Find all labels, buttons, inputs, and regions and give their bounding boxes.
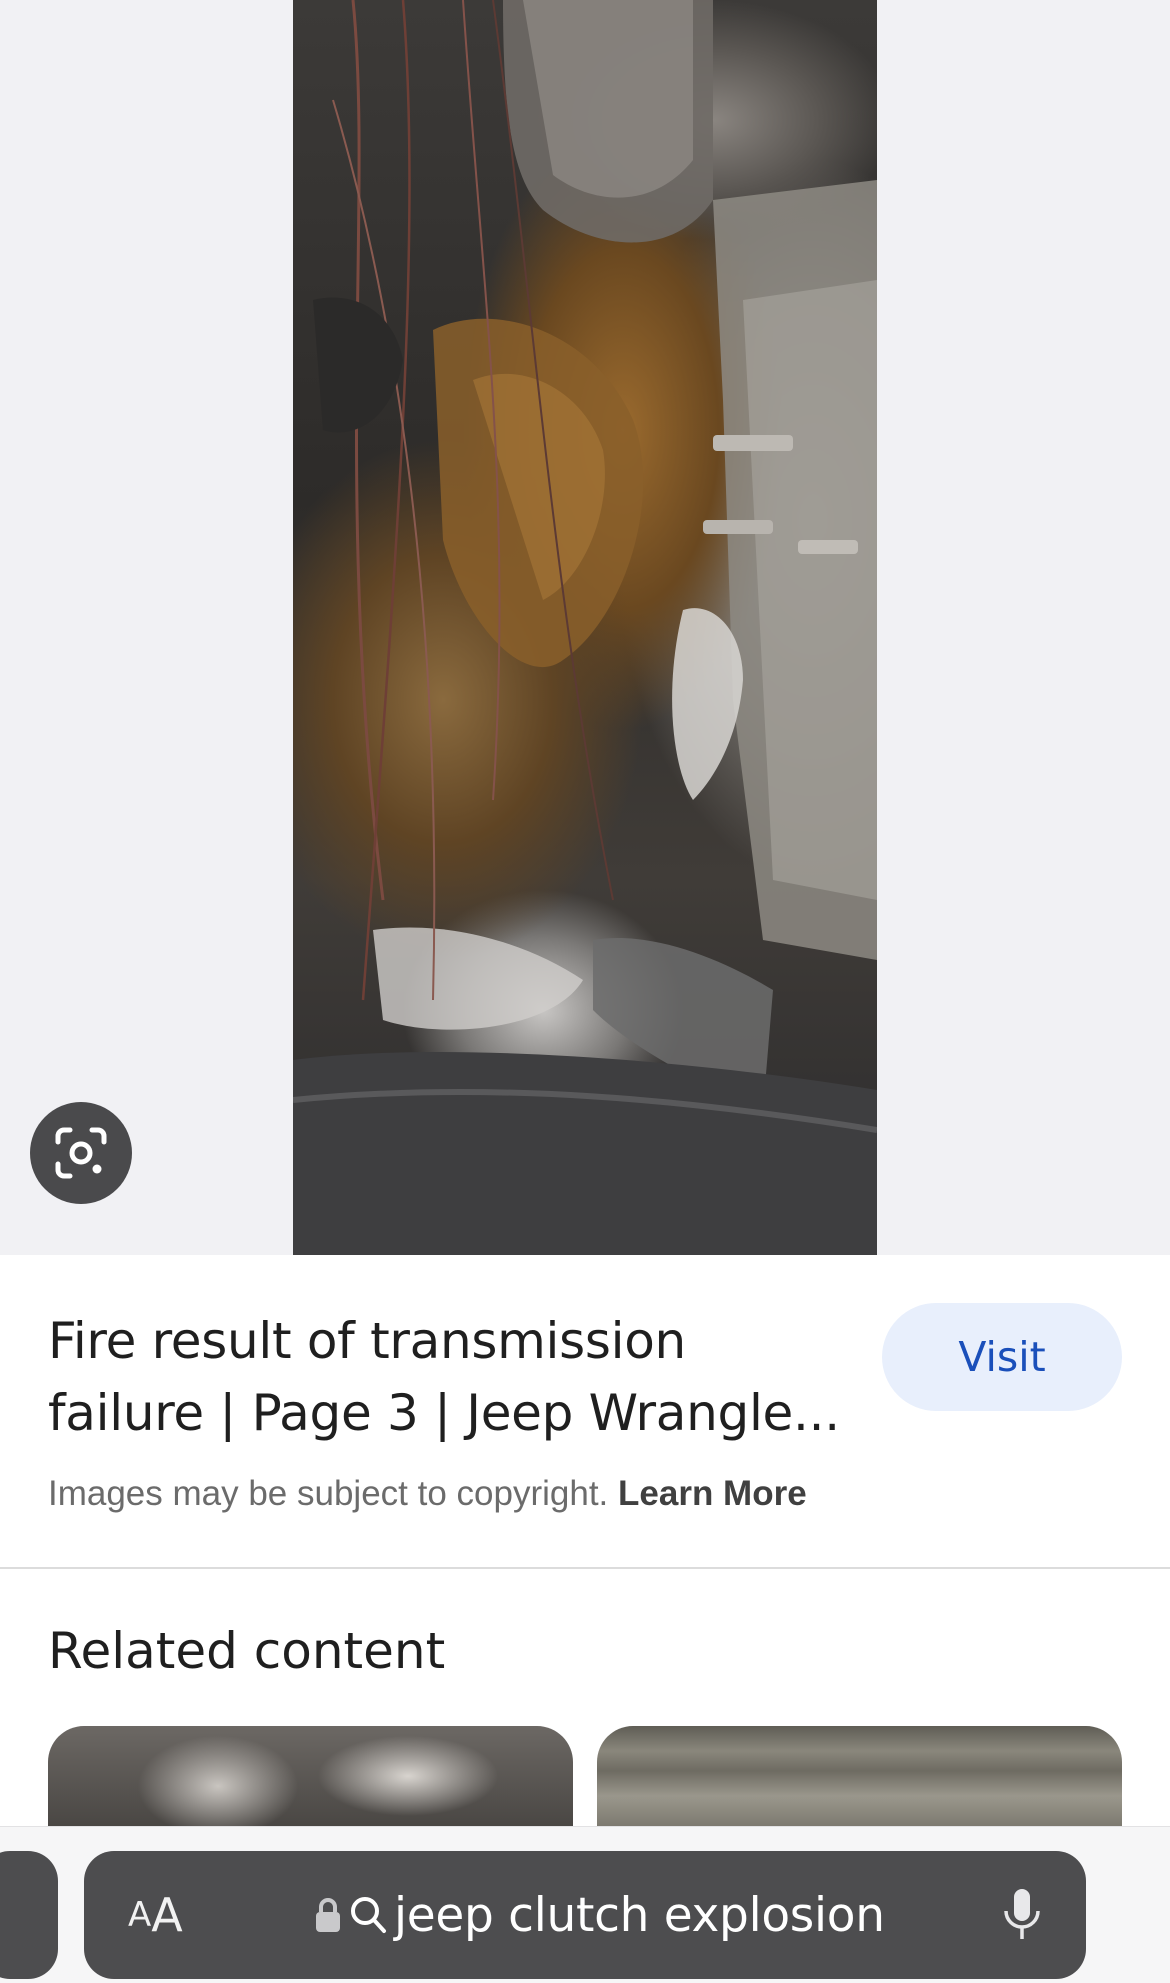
previous-tab[interactable] [0, 1851, 58, 1979]
result-photo[interactable] [293, 0, 877, 1255]
google-lens-button[interactable] [30, 1102, 132, 1204]
address-bar[interactable]: AA jeep clutch explosion [84, 1851, 1086, 1979]
google-lens-icon [55, 1127, 107, 1179]
browser-bottom-bar: AA jeep clutch explosion [0, 1826, 1170, 1983]
copyright-notice: Images may be subject to copyright. Lear… [48, 1474, 807, 1514]
related-thumbnail[interactable] [597, 1726, 1122, 1826]
search-icon [351, 1897, 386, 1933]
copyright-text: Images may be subject to copyright. [48, 1474, 609, 1513]
microphone-icon [1004, 1889, 1040, 1939]
aa-big-letter: A [151, 1888, 183, 1942]
aa-small-letter: A [128, 1895, 152, 1935]
related-thumbnail[interactable] [48, 1726, 573, 1826]
lock-icon [316, 1898, 340, 1932]
learn-more-link[interactable]: Learn More [618, 1474, 807, 1513]
image-viewer [0, 0, 1170, 1255]
address-text: jeep clutch explosion [394, 1887, 885, 1943]
related-content-heading: Related content [48, 1622, 446, 1680]
result-title[interactable]: Fire result of transmission failure | Pa… [48, 1305, 848, 1449]
photo-texture [293, 0, 877, 1255]
page-settings-button[interactable]: AA [128, 1851, 183, 1979]
page: Fire result of transmission failure | Pa… [0, 0, 1170, 1983]
address-field[interactable]: jeep clutch explosion [314, 1851, 885, 1979]
visit-button[interactable]: Visit [882, 1303, 1122, 1411]
divider [0, 1567, 1170, 1569]
result-info: Fire result of transmission failure | Pa… [0, 1255, 1170, 1568]
microphone-button[interactable] [992, 1851, 1052, 1979]
